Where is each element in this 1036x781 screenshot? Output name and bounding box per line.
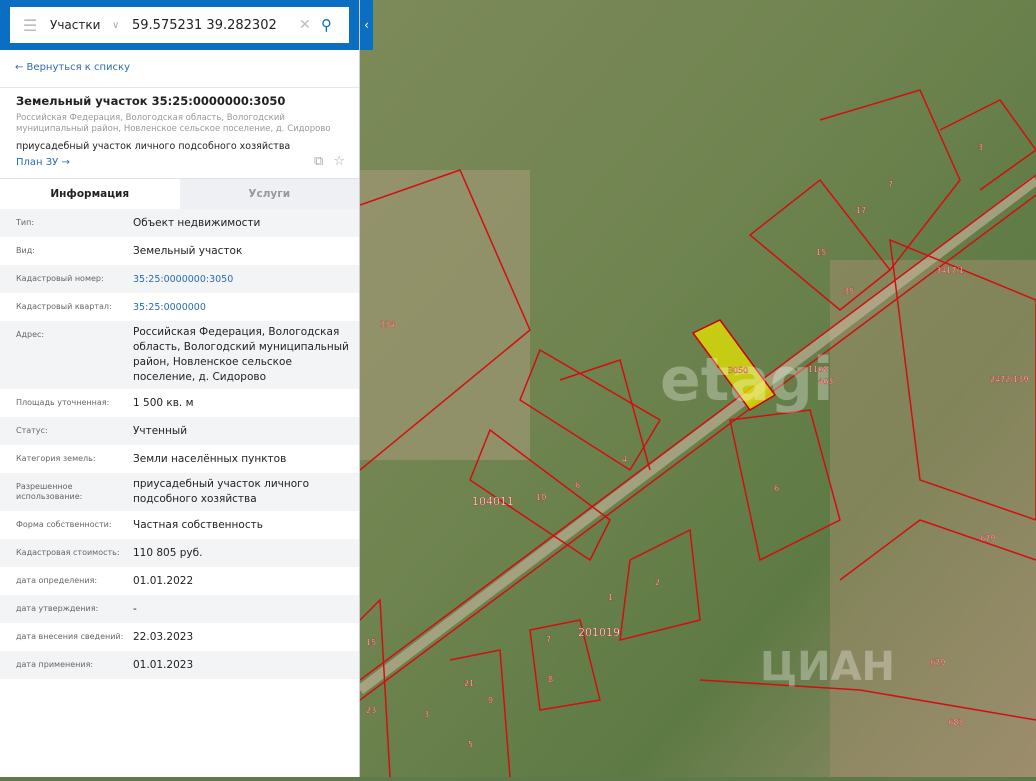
parcel-label[interactable]: 2472/139: [990, 375, 1029, 384]
zoom-to-object-icon[interactable]: ⧉: [314, 154, 323, 169]
parcel-label[interactable]: 8: [548, 675, 553, 684]
parcel-label[interactable]: 7: [888, 180, 893, 189]
parcel-label[interactable]: 683: [948, 718, 964, 727]
info-table: Тип: Объект недвижимости Вид: Земельный уча…: [0, 209, 359, 679]
info-value: 1 500 кв. м: [133, 396, 194, 409]
info-value: Земельный участок: [133, 244, 243, 257]
collapse-panel-button[interactable]: ‹: [360, 0, 373, 50]
info-row: Кадастровая стоимость: 110 805 руб.: [0, 539, 359, 567]
parcel-label[interactable]: 17: [856, 206, 866, 215]
info-value: -: [133, 602, 137, 615]
info-value: Частная собственность: [133, 518, 263, 531]
info-label: Разрешенное использование:: [16, 482, 83, 501]
parcel-label[interactable]: 1: [608, 593, 613, 602]
info-label: Кадастровый номер:: [16, 274, 104, 283]
info-row: Категория земель: Земли населённых пункто…: [0, 445, 359, 473]
parcel-label[interactable]: 3417/1: [936, 266, 964, 275]
info-row: дата внесения сведений: 22.03.2023: [0, 623, 359, 651]
parcel-label[interactable]: 679: [980, 534, 996, 543]
object-purpose: приусадебный участок личного подсобного …: [16, 141, 291, 152]
info-label: Статус:: [16, 426, 48, 435]
parcel-label[interactable]: 10: [536, 493, 546, 502]
chevron-down-icon[interactable]: ∨: [112, 20, 132, 31]
parcel-label[interactable]: 463: [818, 377, 834, 386]
parcel-label[interactable]: 201019: [578, 626, 620, 639]
parcel-label[interactable]: 15: [816, 248, 826, 257]
object-title: Земельный участок 35:25:0000000:3050: [16, 94, 286, 108]
info-label: дата применения:: [16, 660, 94, 669]
info-label: дата внесения сведений:: [16, 632, 124, 641]
parcel-label[interactable]: 23: [366, 706, 376, 715]
info-value: Учтенный: [133, 424, 188, 437]
parcel-label[interactable]: 7: [546, 635, 551, 644]
info-row: Кадастровый номер: 35:25:0000000:3050: [0, 265, 359, 293]
info-row: Кадастровый квартал: 35:25:0000000: [0, 293, 359, 321]
parcel-label[interactable]: 3050: [728, 366, 749, 375]
info-value: приусадебный участок личного подсобного …: [133, 478, 310, 505]
info-row: Статус: Учтенный: [0, 417, 359, 445]
cadastral-map[interactable]: etagi ЦИАН 334 104011 10 6 4 201019 1 2 7 8 21 9 3 5 2…: [356, 0, 1036, 778]
info-value[interactable]: 35:25:0000000:3050: [133, 272, 359, 287]
parcel-label[interactable]: 3: [978, 143, 983, 152]
info-row: Разрешенное использование: приусадебный у…: [0, 473, 359, 511]
back-to-list-link[interactable]: ← Вернуться к списку: [0, 50, 359, 88]
info-value: Земли населённых пунктов: [133, 452, 287, 465]
info-label: Кадастровый квартал:: [16, 302, 112, 311]
parcel-label[interactable]: 15: [366, 638, 376, 647]
search-bar: ☰ Участки ∨ 59.575231 39.282302 ✕ ⚲: [10, 7, 349, 43]
info-row: Вид: Земельный участок: [0, 237, 359, 265]
info-row: Площадь уточненная: 1 500 кв. м: [0, 389, 359, 417]
info-row: дата утверждения: -: [0, 595, 359, 623]
info-label: Форма собственности:: [16, 520, 112, 529]
search-input[interactable]: 59.575231 39.282302: [132, 18, 299, 33]
tab-information[interactable]: Информация: [0, 179, 180, 209]
info-value: Российская Федерация, Вологодская област…: [133, 326, 349, 383]
info-label: дата определения:: [16, 576, 98, 585]
tab-services[interactable]: Услуги: [179, 179, 359, 209]
clear-icon[interactable]: ✕: [299, 17, 321, 33]
parcel-label[interactable]: 5: [468, 740, 473, 749]
info-label: Кадастровая стоимость:: [16, 548, 120, 557]
parcel-label[interactable]: 9: [488, 696, 493, 705]
info-value[interactable]: 35:25:0000000: [133, 300, 359, 315]
parcel-label[interactable]: 6: [774, 484, 779, 493]
info-label: Тип:: [16, 218, 35, 227]
info-row: Адрес: Российская Федерация, Вологодская …: [0, 321, 359, 389]
info-label: Адрес:: [16, 330, 45, 339]
info-row: Тип: Объект недвижимости: [0, 209, 359, 237]
info-value: 110 805 руб.: [133, 546, 203, 559]
menu-icon[interactable]: ☰: [10, 16, 50, 35]
object-address: Российская Федерация, Вологодская област…: [16, 113, 331, 134]
info-row: дата применения: 01.01.2023: [0, 651, 359, 679]
parcel-label[interactable]: 35: [844, 287, 854, 296]
category-select[interactable]: Участки: [50, 18, 112, 32]
parcel-label[interactable]: 679: [930, 658, 946, 667]
info-label: дата утверждения:: [16, 604, 99, 613]
info-value: 01.01.2022: [133, 574, 194, 587]
search-icon[interactable]: ⚲: [321, 16, 349, 34]
info-value: 22.03.2023: [133, 630, 194, 643]
star-icon[interactable]: ☆: [333, 154, 345, 169]
info-row: дата определения: 01.01.2022: [0, 567, 359, 595]
parcel-label[interactable]: 1168: [808, 365, 829, 374]
parcel-label[interactable]: 104011: [472, 495, 514, 508]
parcel-label[interactable]: 334: [380, 320, 396, 329]
parcel-label[interactable]: 4: [622, 455, 627, 464]
info-row: Форма собственности: Частная собственност…: [0, 511, 359, 539]
etagi-watermark: etagi: [660, 345, 833, 415]
parcel-label[interactable]: 2: [655, 578, 660, 587]
plan-link[interactable]: План ЗУ →: [16, 157, 343, 168]
parcel-label[interactable]: 3: [424, 710, 429, 719]
parcel-label[interactable]: 6: [575, 481, 580, 490]
info-value: 01.01.2023: [133, 658, 194, 671]
cian-watermark: ЦИАН: [760, 644, 895, 690]
info-label: Вид:: [16, 246, 35, 255]
parcel-label[interactable]: 21: [464, 679, 474, 688]
info-panel: ☰ Участки ∨ 59.575231 39.282302 ✕ ⚲ ← Ве…: [0, 0, 360, 777]
info-value: Объект недвижимости: [133, 216, 261, 229]
info-label: Площадь уточненная:: [16, 398, 110, 407]
info-label: Категория земель:: [16, 454, 96, 463]
